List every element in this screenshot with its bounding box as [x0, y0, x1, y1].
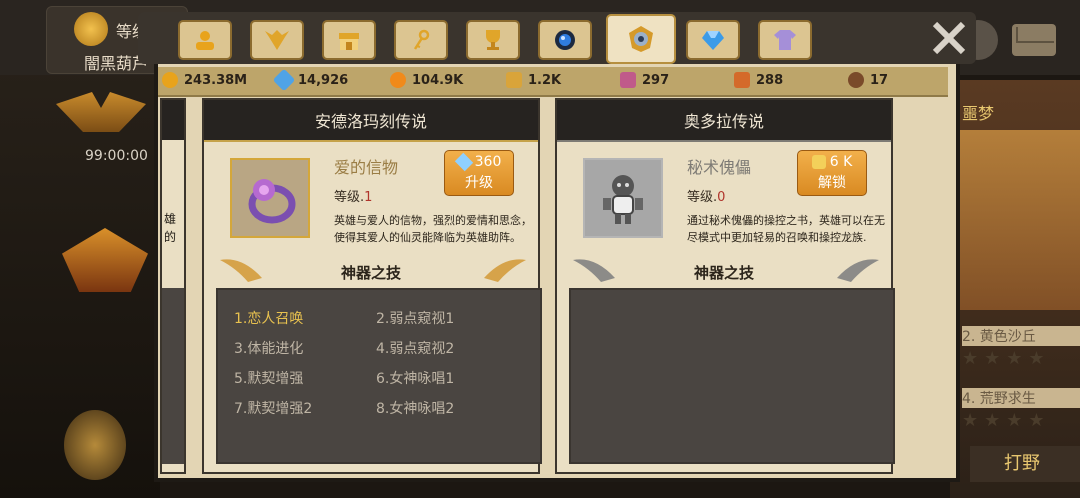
diamond-icon: [454, 152, 473, 172]
tab-shop[interactable]: [322, 20, 376, 60]
dragon-icon: [265, 30, 289, 50]
previous-card-edge[interactable]: 雄 的: [160, 98, 186, 474]
skill-item[interactable]: 6.女神咏唱1: [376, 368, 454, 388]
tab-artifact[interactable]: [606, 14, 676, 64]
skill-item[interactable]: 2.弱点窥视1: [376, 308, 454, 328]
puppet-icon: [603, 175, 643, 224]
desert-scene: [958, 130, 1080, 310]
puzzle-gold-icon: [506, 72, 522, 88]
level-value: 1: [364, 190, 373, 205]
artifact-card[interactable]: 安德洛玛刻传说 爱的信物 等级.1 360 升级 英雄与爱人的信物，强烈的爱情和…: [202, 98, 542, 474]
resource-gold: 243.38M: [162, 72, 247, 88]
previous-card-text-1: 雄: [164, 212, 177, 226]
artifact-name: 秘术傀儡: [687, 158, 752, 177]
resource-puzzle-pink: 297: [620, 72, 669, 88]
ring-icon: [248, 179, 296, 224]
tab-orb[interactable]: [538, 20, 592, 60]
resource-puzzle-gold: 1.2K: [506, 72, 561, 88]
card-title: 奥多拉传说: [557, 100, 891, 142]
skill-item[interactable]: 7.默契增强2: [234, 398, 312, 418]
puzzle-orange-icon: [734, 72, 750, 88]
upgrade-button[interactable]: 360 升级: [444, 150, 514, 196]
close-button[interactable]: [930, 18, 968, 58]
stage-stars: ★★★★: [962, 348, 1051, 369]
farm-button[interactable]: 打野: [970, 446, 1080, 482]
nightmare-label: 噩梦: [962, 104, 995, 123]
level-label: 等级.: [334, 190, 365, 205]
resource-value: 17: [870, 72, 889, 88]
tab-gem[interactable]: [686, 20, 740, 60]
shirt-icon: [774, 30, 796, 50]
resource-orb: 104.9K: [390, 72, 463, 88]
resource-value: 1.2K: [528, 72, 562, 88]
resource-value: 243.38M: [184, 72, 248, 88]
puzzle-gold-icon: [811, 155, 826, 169]
skill-item[interactable]: 8.女神咏唱2: [376, 398, 454, 418]
artifact-level: 等级.0: [687, 186, 725, 205]
artifact-icon: [629, 26, 653, 52]
artifact-name: 爱的信物: [334, 158, 399, 177]
resource-puzzle-orange: 288: [734, 72, 783, 88]
skill-item[interactable]: 5.默契增强: [234, 368, 303, 388]
previous-card-text-2: 的: [164, 230, 177, 244]
trophy-icon: [486, 30, 500, 50]
key-icon: [413, 29, 430, 50]
person-icon: [196, 31, 214, 50]
player-avatar[interactable]: [74, 12, 108, 46]
previous-card-skills: [162, 288, 184, 464]
tab-dragon[interactable]: [250, 20, 304, 60]
artifact-item-slot[interactable]: [230, 158, 310, 238]
stage-stars: ★★★★: [962, 410, 1051, 431]
upgrade-label: 升级: [465, 175, 493, 191]
resource-value: 297: [642, 72, 670, 88]
guild-emblem-icon[interactable]: [64, 410, 126, 480]
previous-card-header: [162, 100, 184, 140]
skill-item[interactable]: 3.体能进化: [234, 338, 303, 358]
resource-value: 104.9K: [412, 72, 464, 88]
resource-bar: 243.38M 14,926 104.9K 1.2K 297 288 17: [158, 67, 948, 97]
skill-item[interactable]: 4.弱点窥视2: [376, 338, 454, 358]
stage-item[interactable]: 2. 黄色沙丘: [962, 326, 1080, 346]
skills-title: 神器之技: [693, 264, 754, 282]
orange-orb-icon: [390, 72, 406, 88]
artifact-description: 英雄与爱人的信物，强烈的爱情和思念，使得其爱人的仙灵能降临为英雄助阵。: [334, 214, 532, 244]
gem-icon: [702, 31, 724, 50]
close-icon: [932, 21, 966, 55]
resource-medal: 17: [848, 72, 888, 88]
tab-hero[interactable]: [178, 20, 232, 60]
puzzle-pink-icon: [620, 72, 636, 88]
resource-value: 14,926: [298, 72, 349, 88]
level-value: 0: [717, 190, 726, 205]
tab-outfit[interactable]: [758, 20, 812, 60]
stage-item[interactable]: 4. 荒野求生: [962, 388, 1080, 408]
orb-icon: [555, 30, 575, 50]
unlock-button[interactable]: 6 K 解锁: [797, 150, 867, 196]
skills-panel: 1.恋人召唤 2.弱点窥视1 3.体能进化 4.弱点窥视2 5.默契增强 6.女…: [216, 288, 542, 464]
medal-icon: [848, 72, 864, 88]
diamond-icon: [272, 68, 296, 92]
skills-panel: [569, 288, 895, 464]
mail-icon[interactable]: [1012, 24, 1056, 56]
coin-icon: [162, 72, 178, 88]
tab-key[interactable]: [394, 20, 448, 60]
upgrade-cost: 360: [474, 154, 502, 170]
artifact-level: 等级.1: [334, 186, 372, 205]
unlock-label: 解锁: [818, 175, 846, 191]
tab-trophy[interactable]: [466, 20, 520, 60]
skills-title: 神器之技: [340, 264, 401, 282]
skill-item[interactable]: 1.恋人召唤: [234, 308, 303, 328]
resource-value: 288: [756, 72, 784, 88]
level-label: 等级.: [687, 190, 718, 205]
chest-timer: 99:00:00: [85, 148, 148, 164]
card-title: 安德洛玛刻传说: [204, 100, 538, 142]
unlock-cost: 6 K: [829, 154, 853, 170]
resource-diamond: 14,926: [272, 68, 349, 92]
artifact-card[interactable]: 奥多拉传说 秘术傀儡 等级.0 6 K 解锁 通过秘术傀儡的操控之书，英雄可以在…: [555, 98, 895, 474]
shop-icon: [339, 33, 359, 50]
artifact-description: 通过秘术傀儡的操控之书，英雄可以在无尽模式中更加轻易的召唤和操控龙族.: [687, 214, 885, 244]
artifact-item-slot[interactable]: [583, 158, 663, 238]
